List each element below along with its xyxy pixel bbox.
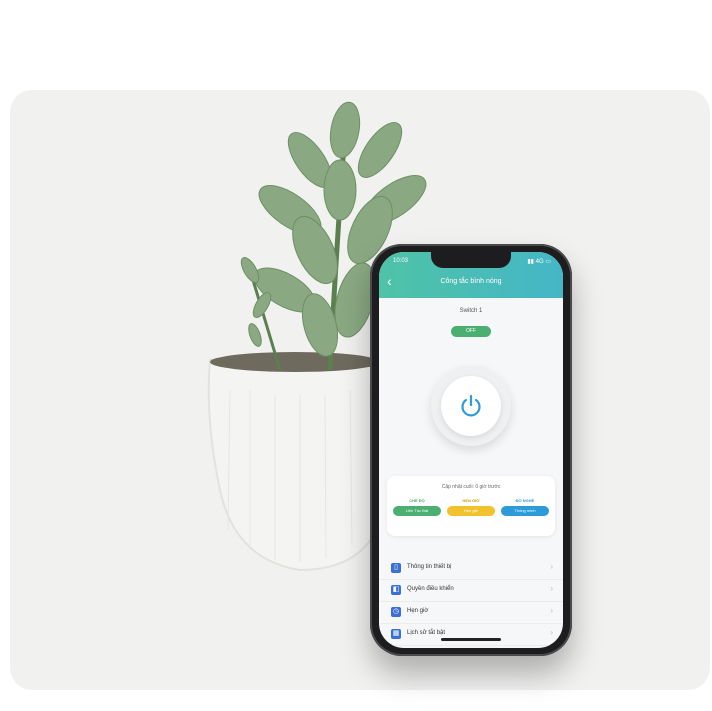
chevron-right-icon: › — [550, 606, 553, 615]
page-title: Công tắc bình nóng — [440, 278, 502, 285]
menu-item-label: Hẹn giờ — [407, 608, 429, 614]
device-name: Switch 1 — [459, 308, 483, 314]
home-indicator — [441, 638, 501, 641]
mode-pill[interactable]: Hẹn giờ — [447, 506, 495, 516]
phone-notch — [431, 252, 511, 268]
device-icon: ▯ — [391, 563, 401, 573]
phone-screen: 10:03 ▮▮ 4G ▭ ‹ Công tắc bình nóng Switc… — [379, 252, 563, 648]
menu-item-label: Quyền điều khiển — [407, 586, 454, 592]
mode-continuous[interactable]: CHẾ ĐỘ Liên Tục Đạt — [393, 498, 441, 516]
chevron-right-icon: › — [550, 628, 553, 637]
mode-smart[interactable]: ĐỒ NGHỀ Thông minh — [501, 498, 549, 516]
power-icon — [461, 394, 481, 417]
chevron-right-icon: › — [550, 562, 553, 571]
power-button-inner[interactable] — [441, 376, 501, 436]
menu-item-label: Lịch sử tắt bật — [407, 630, 446, 636]
settings-menu: ▯ Thông tin thiết bị › ◧ Quyền điều khiể… — [379, 558, 563, 646]
mode-timer[interactable]: HẸN GIỜ Hẹn giờ — [447, 498, 495, 516]
chevron-right-icon: › — [550, 584, 553, 593]
mode-card: Cập nhật cuối: 0 giờ trước CHẾ ĐỘ Liên T… — [387, 476, 555, 536]
control-icon: ◧ — [391, 585, 401, 595]
mode-pill[interactable]: Liên Tục Đạt — [393, 506, 441, 516]
mode-pill[interactable]: Thông minh — [501, 506, 549, 516]
state-badge: OFF — [451, 326, 491, 337]
status-time: 10:03 — [393, 258, 409, 264]
menu-item-history[interactable]: ▦ Lịch sử tắt bật › — [379, 624, 563, 646]
background-card — [10, 90, 710, 690]
status-icons: ▮▮ 4G ▭ — [527, 259, 551, 265]
mode-card-title: Cập nhật cuối: 0 giờ trước — [441, 484, 501, 490]
menu-item-control[interactable]: ◧ Quyền điều khiển › — [379, 580, 563, 602]
power-button[interactable] — [431, 366, 511, 446]
mode-label: ĐỒ NGHỀ — [515, 498, 535, 503]
menu-item-timer[interactable]: ◷ Hẹn giờ › — [379, 602, 563, 624]
menu-item-device-info[interactable]: ▯ Thông tin thiết bị › — [379, 558, 563, 580]
calendar-icon: ▦ — [391, 629, 401, 639]
timer-icon: ◷ — [391, 607, 401, 617]
mode-label: HẸN GIỜ — [462, 498, 480, 503]
phone-mockup: 10:03 ▮▮ 4G ▭ ‹ Công tắc bình nóng Switc… — [370, 244, 572, 656]
menu-item-label: Thông tin thiết bị — [407, 564, 452, 570]
mode-label: CHẾ ĐỘ — [409, 498, 425, 503]
